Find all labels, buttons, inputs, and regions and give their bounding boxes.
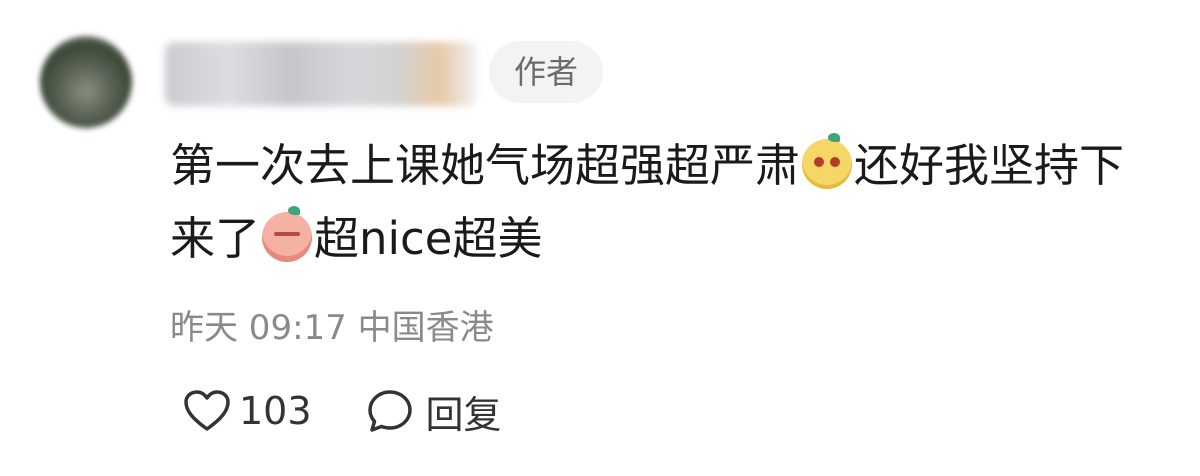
like-button[interactable]: 103	[183, 389, 312, 433]
smiling-face-emoji-icon	[802, 133, 853, 189]
like-count: 103	[239, 389, 312, 433]
comment-text-part1: 第一次去上课她气场超强超严肃	[170, 139, 801, 192]
author-badge: 作者	[489, 41, 603, 103]
comment-text: 第一次去上课她气场超强超严肃 还好我坚持下来了 超nice超美	[170, 129, 1160, 275]
praying-face-emoji-icon	[262, 206, 313, 262]
reply-label: 回复	[425, 392, 502, 437]
timestamp: 昨天 09:17	[170, 308, 347, 348]
avatar[interactable]	[40, 36, 132, 128]
comment-text-part3: 超nice超美	[314, 212, 543, 265]
username-blurred[interactable]	[165, 42, 477, 106]
comment-actions: 103 回复	[183, 385, 502, 437]
comment-meta: 昨天 09:17 中国香港	[170, 300, 494, 349]
location: 中国香港	[357, 308, 494, 348]
comment-bubble-icon	[367, 390, 412, 432]
reply-button[interactable]: 回复	[366, 384, 502, 439]
heart-icon	[184, 390, 230, 431]
